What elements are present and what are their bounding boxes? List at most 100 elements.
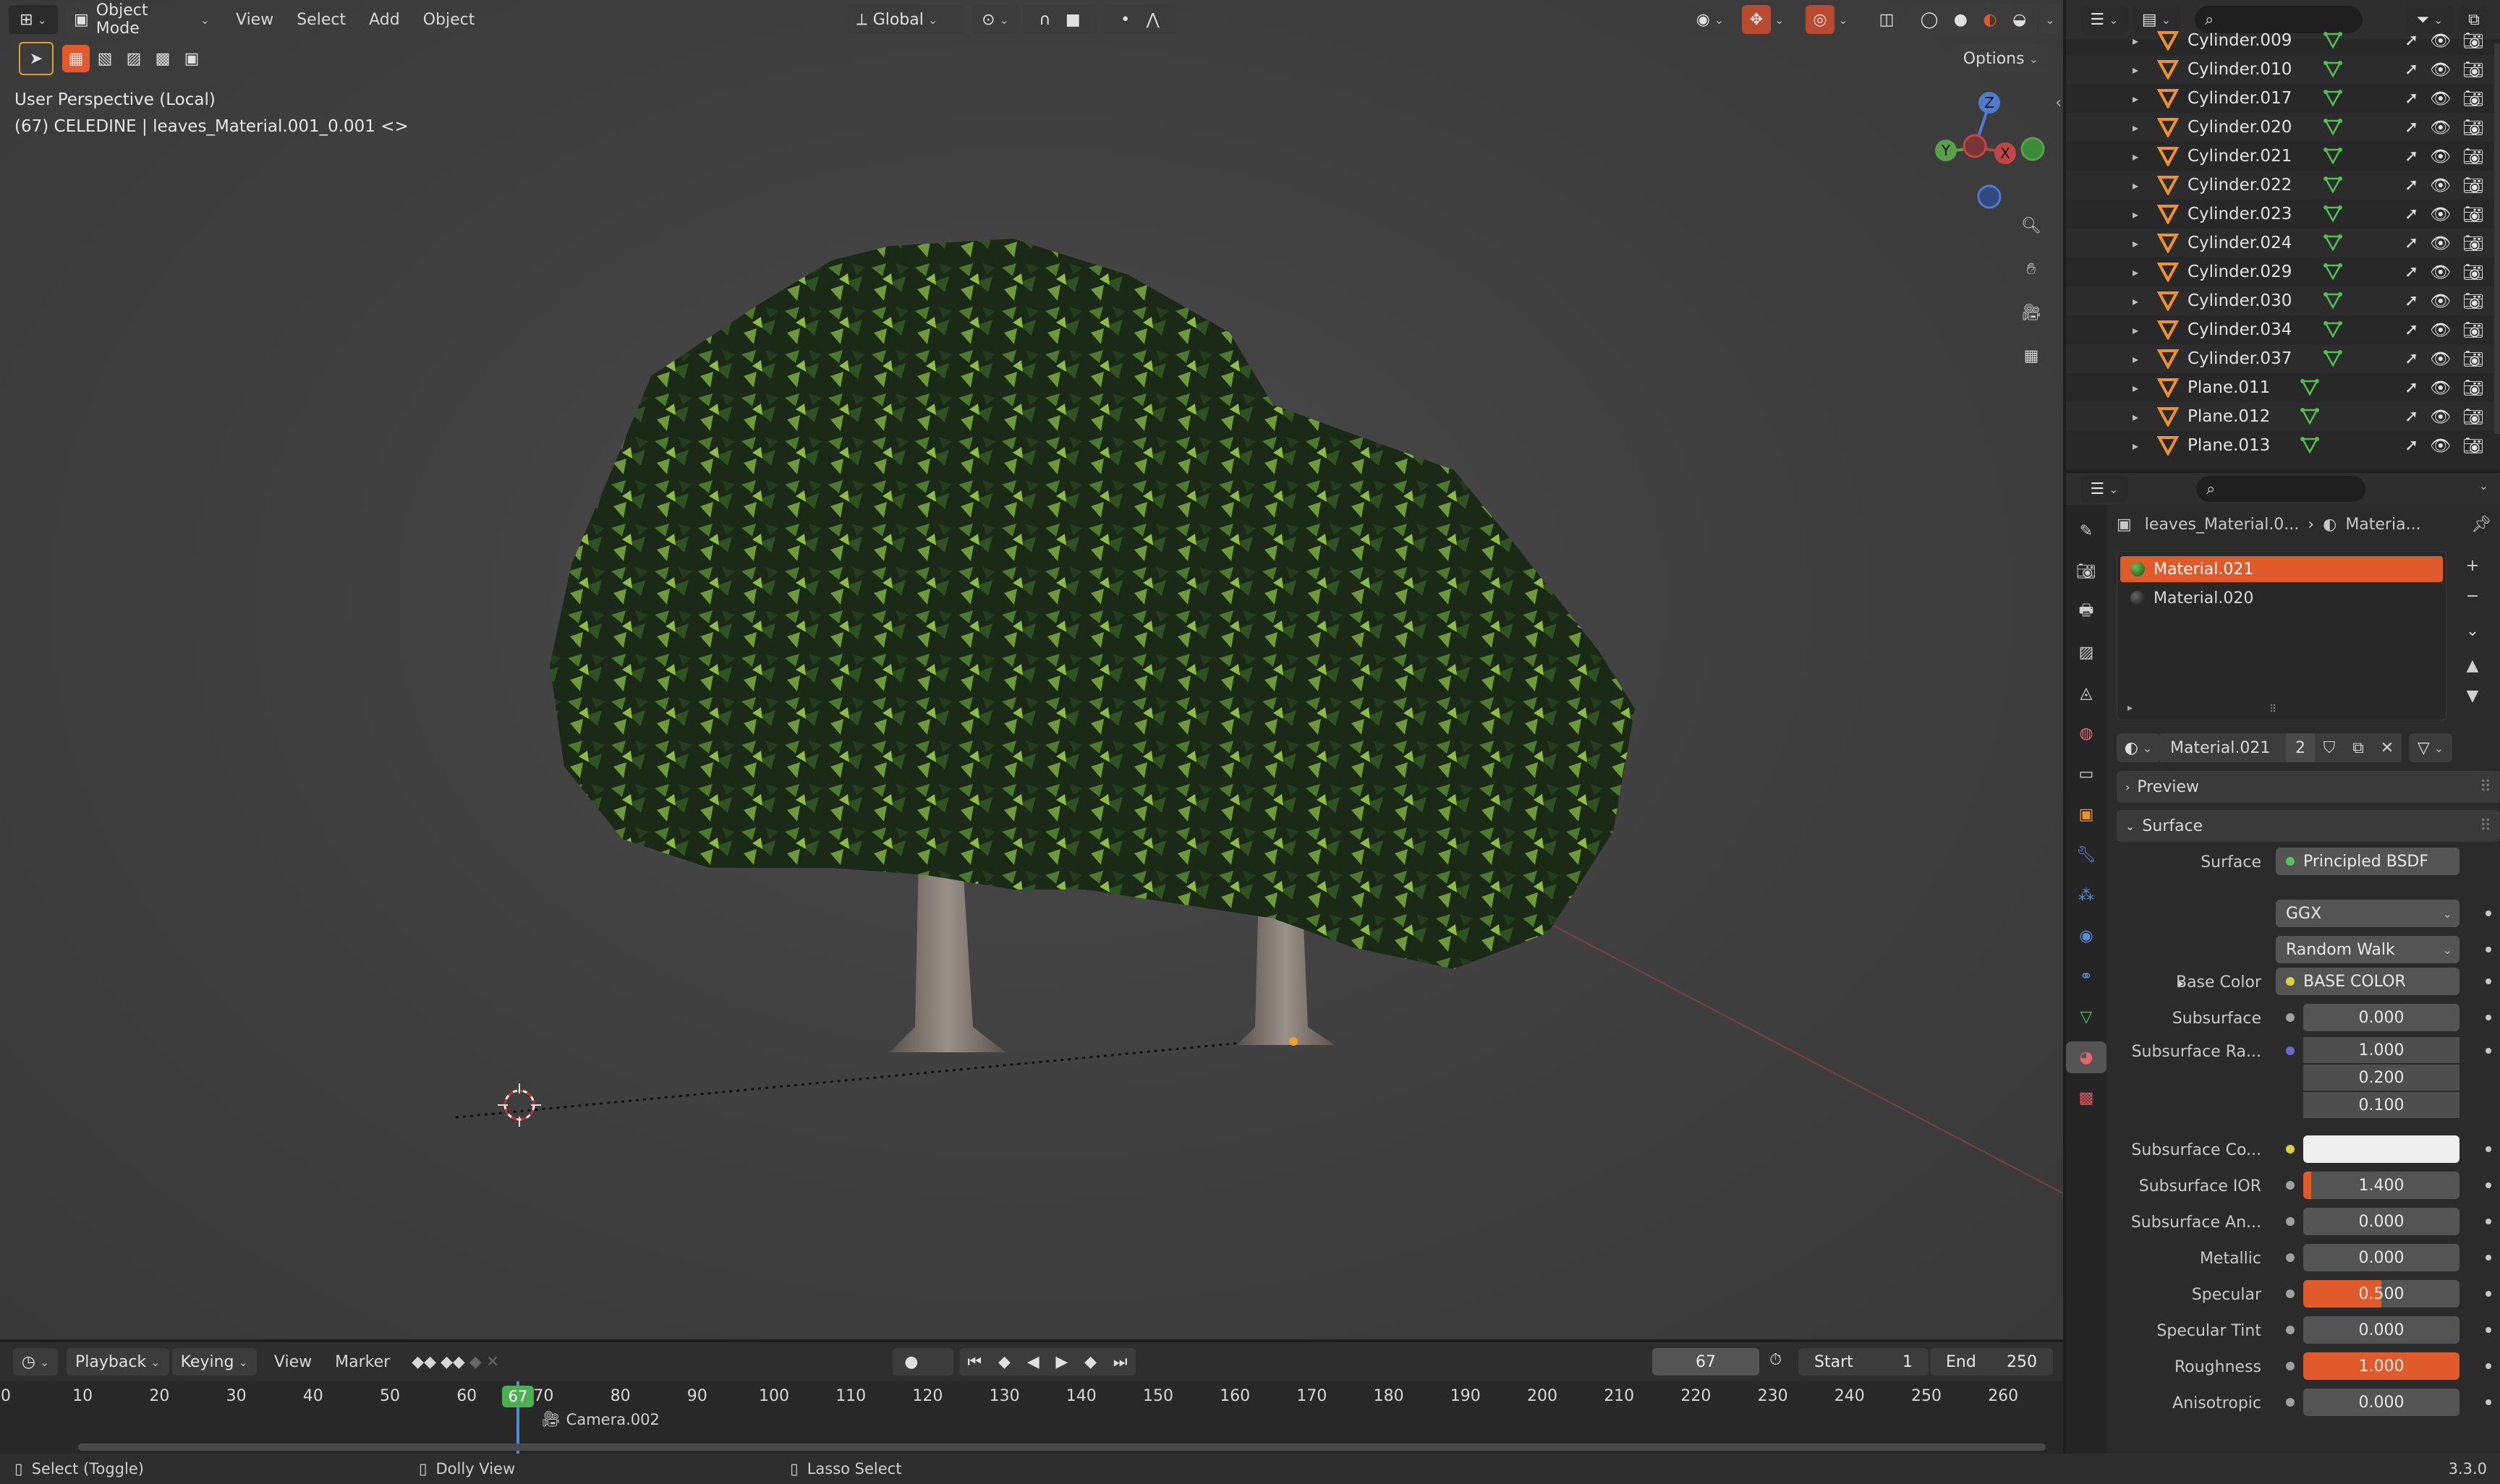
render-camera-icon[interactable]: 📷︎ xyxy=(2462,263,2483,282)
select-intersect-icon[interactable]: ▣ xyxy=(178,45,205,72)
tool-tab-icon[interactable]: ✎ xyxy=(2066,515,2106,547)
shading-modes[interactable]: ◯ ● ◐ ◒ xyxy=(1910,5,2037,34)
material-slot-item[interactable]: Material.020 xyxy=(2120,585,2443,611)
render-camera-icon[interactable]: 📷︎ xyxy=(2462,60,2483,80)
expand-arrow-icon[interactable]: ▸ xyxy=(2133,410,2138,424)
render-camera-icon[interactable]: 📷︎ xyxy=(2462,31,2483,51)
anisotropic-field[interactable]: 0.000 xyxy=(2303,1389,2459,1416)
eye-icon[interactable]: 👁︎ xyxy=(2430,378,2451,398)
selectable-cursor-icon[interactable]: ➚ xyxy=(2405,349,2418,369)
specular-field[interactable]: 0.500 xyxy=(2303,1280,2459,1308)
view-layer-tab-icon[interactable]: ▨ xyxy=(2066,636,2106,668)
subsurface-radius-y-field[interactable]: 0.200 xyxy=(2303,1065,2459,1091)
outliner-row[interactable]: ▸ Plane.013 ➚ 👁︎ 📷︎ xyxy=(2066,431,2500,460)
selectable-cursor-icon[interactable]: ➚ xyxy=(2405,147,2418,166)
outliner-row[interactable]: ▸ Cylinder.022 ➚ 👁︎ 📷︎ xyxy=(2066,171,2500,200)
wireframe-shading-icon[interactable]: ◯ xyxy=(1921,11,1939,29)
menu-add[interactable]: Add xyxy=(357,11,412,29)
eye-icon[interactable]: 👁︎ xyxy=(2430,176,2451,195)
eye-icon[interactable]: 👁︎ xyxy=(2430,407,2451,427)
render-tab-icon[interactable]: 📷︎ xyxy=(2066,555,2106,587)
properties-editor-type[interactable]: ☰ ⌄ xyxy=(2080,476,2128,502)
slot-specials-icon[interactable]: ⌄ xyxy=(2458,616,2487,645)
output-tab-icon[interactable]: 🖶︎ xyxy=(2066,596,2106,628)
surface-panel-header[interactable]: ⌄ Surface ⠿ xyxy=(2117,810,2500,842)
select-extend-icon[interactable]: ▧ xyxy=(91,45,119,72)
move-down-icon[interactable]: ▼ xyxy=(2458,681,2487,710)
specular-tint-field[interactable]: 0.000 xyxy=(2303,1316,2459,1344)
expand-arrow-icon[interactable]: ▸ xyxy=(2133,294,2138,308)
collection-tab-icon[interactable]: ▭ xyxy=(2066,758,2106,790)
mesh-data-icon[interactable] xyxy=(2323,148,2342,165)
keyframe-dot-icon[interactable] xyxy=(2486,1219,2491,1224)
add-slot-icon[interactable]: + xyxy=(2458,551,2487,580)
keyframe-dot-icon[interactable] xyxy=(2486,1255,2491,1261)
material-shading-icon[interactable]: ◐ xyxy=(1983,11,1997,29)
solid-shading-icon[interactable]: ● xyxy=(1954,11,1968,29)
eye-icon[interactable]: 👁︎ xyxy=(2430,234,2451,253)
select-invert-icon[interactable]: ▩ xyxy=(149,45,177,72)
visibility-dropdown[interactable]: ◉ ⌄ xyxy=(1687,5,1733,34)
mesh-data-icon[interactable] xyxy=(2323,32,2342,49)
pan-hand-icon[interactable]: ✋︎ xyxy=(2014,253,2049,285)
selectable-cursor-icon[interactable]: ➚ xyxy=(2405,320,2418,340)
selectable-cursor-icon[interactable]: ➚ xyxy=(2405,378,2418,398)
mesh-data-icon[interactable] xyxy=(2300,379,2319,396)
eye-icon[interactable]: 👁︎ xyxy=(2430,89,2451,108)
material-tab-icon[interactable]: ◕ xyxy=(2066,1041,2106,1073)
keyframe-dot-icon[interactable] xyxy=(2486,947,2491,952)
expand-arrow-icon[interactable]: ▸ xyxy=(2133,121,2138,135)
eye-icon[interactable]: 👁︎ xyxy=(2430,320,2451,340)
outliner-row[interactable]: ▸ Cylinder.010 ➚ 👁︎ 📷︎ xyxy=(2066,55,2500,84)
selectable-cursor-icon[interactable]: ➚ xyxy=(2405,263,2418,282)
selectable-cursor-icon[interactable]: ➚ xyxy=(2405,176,2418,195)
mesh-data-icon[interactable] xyxy=(2323,119,2342,136)
keyframe-dot-icon[interactable] xyxy=(2486,1363,2491,1369)
expand-arrow-icon[interactable]: ▸ xyxy=(2133,265,2138,279)
keyframe-dot-icon[interactable] xyxy=(2486,978,2491,984)
expand-arrow-icon[interactable]: ▸ xyxy=(2133,236,2138,250)
timeline-ruler[interactable]: 0 10 20 30 40 50 60 70 80 90 100 110 120 130 140 150 160… xyxy=(0,1381,2063,1454)
material-name-field[interactable]: Material.021 xyxy=(2160,733,2286,762)
expand-arrow-icon[interactable]: ▸ xyxy=(2133,179,2138,192)
timeline-scrollbar[interactable] xyxy=(78,1444,2046,1451)
render-camera-icon[interactable]: 📷︎ xyxy=(2462,89,2483,108)
mesh-data-icon[interactable] xyxy=(2323,350,2342,367)
properties-search[interactable]: ⌕ xyxy=(2196,476,2365,502)
expand-arrow-icon[interactable]: ▸ xyxy=(2133,208,2138,221)
select-subtract-icon[interactable]: ▨ xyxy=(120,45,148,72)
playhead-frame[interactable]: 67 xyxy=(502,1386,534,1407)
drag-handle-icon[interactable]: ⠿ xyxy=(2480,817,2491,835)
render-camera-icon[interactable]: 📷︎ xyxy=(2462,234,2483,253)
mode-dropdown[interactable]: ▣ Object Mode ⌄ xyxy=(65,1,218,38)
object-tab-icon[interactable]: ▣ xyxy=(2066,798,2106,830)
options-button[interactable]: Options ⌄ xyxy=(1952,45,2049,72)
expand-arrow-icon[interactable]: ▸ xyxy=(2133,92,2138,106)
gizmo-toggle[interactable]: ✥ xyxy=(1742,5,1771,34)
keyframe-dot-icon[interactable] xyxy=(2486,1146,2491,1152)
expand-arrow-icon[interactable]: ▸ xyxy=(2133,150,2138,163)
selectable-cursor-icon[interactable]: ➚ xyxy=(2405,234,2418,253)
pivot-dropdown[interactable]: ⊙ ⌄ xyxy=(972,5,1019,34)
render-camera-icon[interactable]: 📷︎ xyxy=(2462,147,2483,166)
xray-toggle[interactable]: ◫ xyxy=(1872,5,1901,34)
keyframe-dot-icon[interactable] xyxy=(2486,1327,2491,1333)
overlay-toggle[interactable]: ◎ xyxy=(1806,5,1834,34)
3d-viewport[interactable]: ⊞ ⌄ ▣ Object Mode ⌄ View Select Add Object… xyxy=(0,0,2063,1339)
selectable-cursor-icon[interactable]: ➚ xyxy=(2405,118,2418,137)
particles-tab-icon[interactable]: ⁂ xyxy=(2066,879,2106,911)
outliner-row[interactable]: ▸ Cylinder.034 ➚ 👁︎ 📷︎ xyxy=(2066,315,2500,344)
eye-icon[interactable]: 👁︎ xyxy=(2430,118,2451,137)
gizmo-dropdown[interactable]: ⌄ xyxy=(1771,5,1788,34)
transform-orientation-dropdown[interactable]: ⟂ Global ⌄ xyxy=(848,5,964,34)
menu-select[interactable]: Select xyxy=(285,11,357,29)
mesh-data-icon[interactable] xyxy=(2300,408,2319,425)
render-camera-icon[interactable]: 📷︎ xyxy=(2462,205,2483,224)
eye-icon[interactable]: 👁︎ xyxy=(2430,349,2451,369)
drag-handle-icon[interactable]: ⠿ xyxy=(2480,778,2491,796)
render-camera-icon[interactable]: 📷︎ xyxy=(2462,349,2483,369)
fake-user-icon[interactable]: ⛉ xyxy=(2315,733,2344,762)
editor-type-button[interactable]: ⊞ ⌄ xyxy=(9,5,58,34)
rendered-shading-icon[interactable]: ◒ xyxy=(2012,11,2026,29)
outliner-row[interactable]: ▸ Cylinder.017 ➚ 👁︎ 📷︎ xyxy=(2066,84,2500,113)
